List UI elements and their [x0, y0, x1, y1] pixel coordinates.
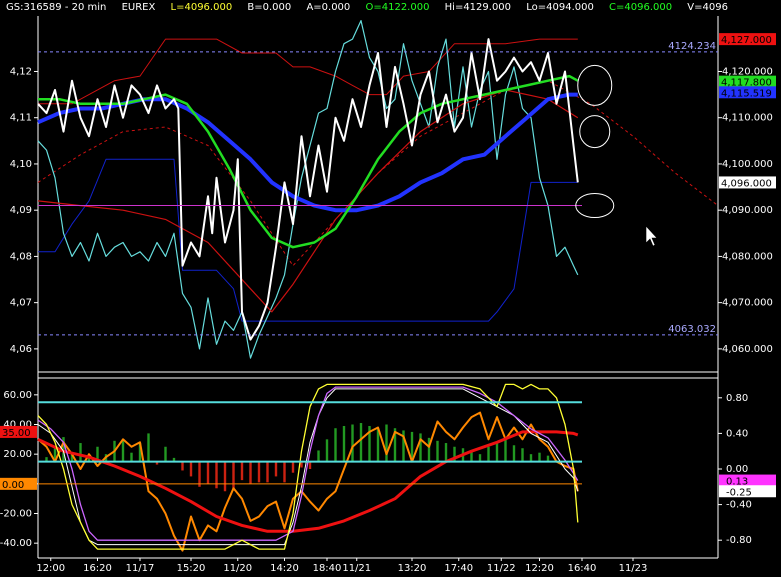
histogram-bar	[79, 443, 82, 462]
price-left-tick-label: 4,11	[10, 113, 32, 124]
histogram-bar	[444, 443, 448, 462]
time-tick-label: 12:20	[525, 563, 554, 574]
time-tick-label: 16:40	[568, 563, 597, 574]
osc-right-tick-label: 0.40	[726, 428, 748, 439]
price-right-tick-label: 4,100.000	[722, 159, 773, 170]
histogram-bar	[385, 424, 388, 462]
osc-left-tick-label: -40.00	[0, 538, 32, 549]
osc-left-tick-label: 60.00	[3, 390, 32, 401]
time-tick-label: 14:20	[270, 563, 299, 574]
histogram-bar	[223, 461, 227, 492]
histogram-bar	[240, 461, 244, 481]
price-right-tick-label: 4,080.000	[722, 251, 773, 262]
histogram-bar	[291, 461, 295, 473]
price-left-tick-label: 4,06	[10, 344, 32, 355]
price-right-tick-label: 4,090.000	[722, 205, 773, 216]
histogram-bar	[487, 446, 490, 462]
histogram-bar	[419, 433, 422, 462]
histogram-bar	[359, 423, 363, 462]
osc-left-tick-label: 20.00	[3, 449, 32, 460]
price-marker-label: 4,127.000	[721, 35, 772, 46]
trading-chart[interactable]: 4124.2344063.032 4,12 4,120.0004,11 4,110.…	[0, 0, 781, 577]
histogram-bar	[504, 439, 507, 462]
osc-right-marker-label: -0.25	[726, 487, 752, 498]
histogram-bar	[325, 439, 329, 462]
price-left-tick-label: 4,12	[10, 66, 32, 77]
osc-right-tick-label: -0.80	[726, 535, 752, 546]
level-upper-label: 4124.234	[668, 41, 716, 52]
annotation-ellipse-middle	[579, 115, 611, 149]
osc-left-tick-label: -20.00	[0, 509, 32, 520]
series-layer	[37, 20, 719, 552]
osc-left-marker-label: 0.00	[2, 480, 24, 491]
histogram-bar	[334, 428, 337, 462]
price-left-tick-label: 4,07	[10, 298, 32, 309]
histogram-bar	[317, 450, 320, 462]
osc-left-marker-label: 35.00	[2, 428, 31, 439]
price-left-tick-label: 4,09	[10, 205, 32, 216]
time-tick-label: 16:20	[83, 563, 112, 574]
annotations	[575, 64, 658, 247]
histogram-bar	[538, 452, 541, 462]
histogram-bar	[283, 461, 286, 483]
annotation-ellipse-top	[577, 64, 613, 106]
cyan-line-series	[37, 20, 579, 359]
time-tick-label: 11/23	[619, 563, 648, 574]
time-tick-label: 17:40	[444, 563, 473, 574]
histogram-bar	[436, 440, 439, 462]
time-tick-label: 18:40	[313, 563, 342, 574]
histogram-bar	[249, 461, 252, 484]
osc-violet-series	[37, 386, 579, 541]
histogram-bar	[351, 424, 354, 462]
histogram-bar	[529, 454, 533, 462]
price-marker-label: 4,115.519	[721, 88, 772, 99]
histogram-bar	[147, 433, 150, 462]
level-lines: 4124.234 4063.032	[38, 41, 718, 485]
histogram-bar	[198, 461, 201, 487]
histogram-bar	[274, 461, 278, 477]
osc-right-tick-label: 0.00	[726, 464, 748, 475]
price-marker-label: 4,096.000	[721, 178, 772, 189]
histogram-bar	[257, 461, 261, 483]
price-series	[37, 38, 579, 341]
histogram-bar	[495, 443, 499, 462]
time-tick-label: 13:20	[398, 563, 427, 574]
histogram-bar	[512, 445, 516, 462]
time-tick-label: 12:00	[36, 563, 65, 574]
histogram-bar	[478, 454, 482, 462]
price-left-tick-label: 4,10	[10, 159, 32, 170]
mouse-cursor-icon	[645, 225, 658, 247]
histogram-bar	[266, 461, 269, 483]
histogram-bar	[121, 439, 125, 462]
histogram-bar	[342, 425, 346, 462]
time-tick-label: 11/22	[487, 563, 516, 574]
histogram-bar	[189, 461, 193, 477]
price-right-tick-label: 4,110.000	[722, 113, 773, 124]
histogram-bar	[130, 452, 133, 462]
red-upper-channel	[38, 38, 578, 105]
time-tick-label: 15:20	[177, 563, 206, 574]
time-tick-label: 11/17	[126, 563, 155, 574]
time-tick-label: 11/20	[223, 563, 252, 574]
osc-right-tick-label: 0.80	[726, 393, 748, 404]
histogram-bar	[181, 461, 184, 471]
histogram-bar	[232, 461, 235, 490]
price-right-tick-label: 4,070.000	[722, 298, 773, 309]
histogram-bar	[308, 461, 312, 469]
osc-right-tick-label: -0.40	[726, 500, 752, 511]
price-right-tick-label: 4,060.000	[722, 344, 773, 355]
histogram-bar	[206, 461, 210, 484]
level-lower-label: 4063.032	[668, 324, 716, 335]
price-left-tick-label: 4,08	[10, 251, 32, 262]
time-tick-label: 11/21	[342, 563, 371, 574]
histogram-bar	[164, 446, 167, 462]
histogram-bar	[521, 448, 524, 462]
